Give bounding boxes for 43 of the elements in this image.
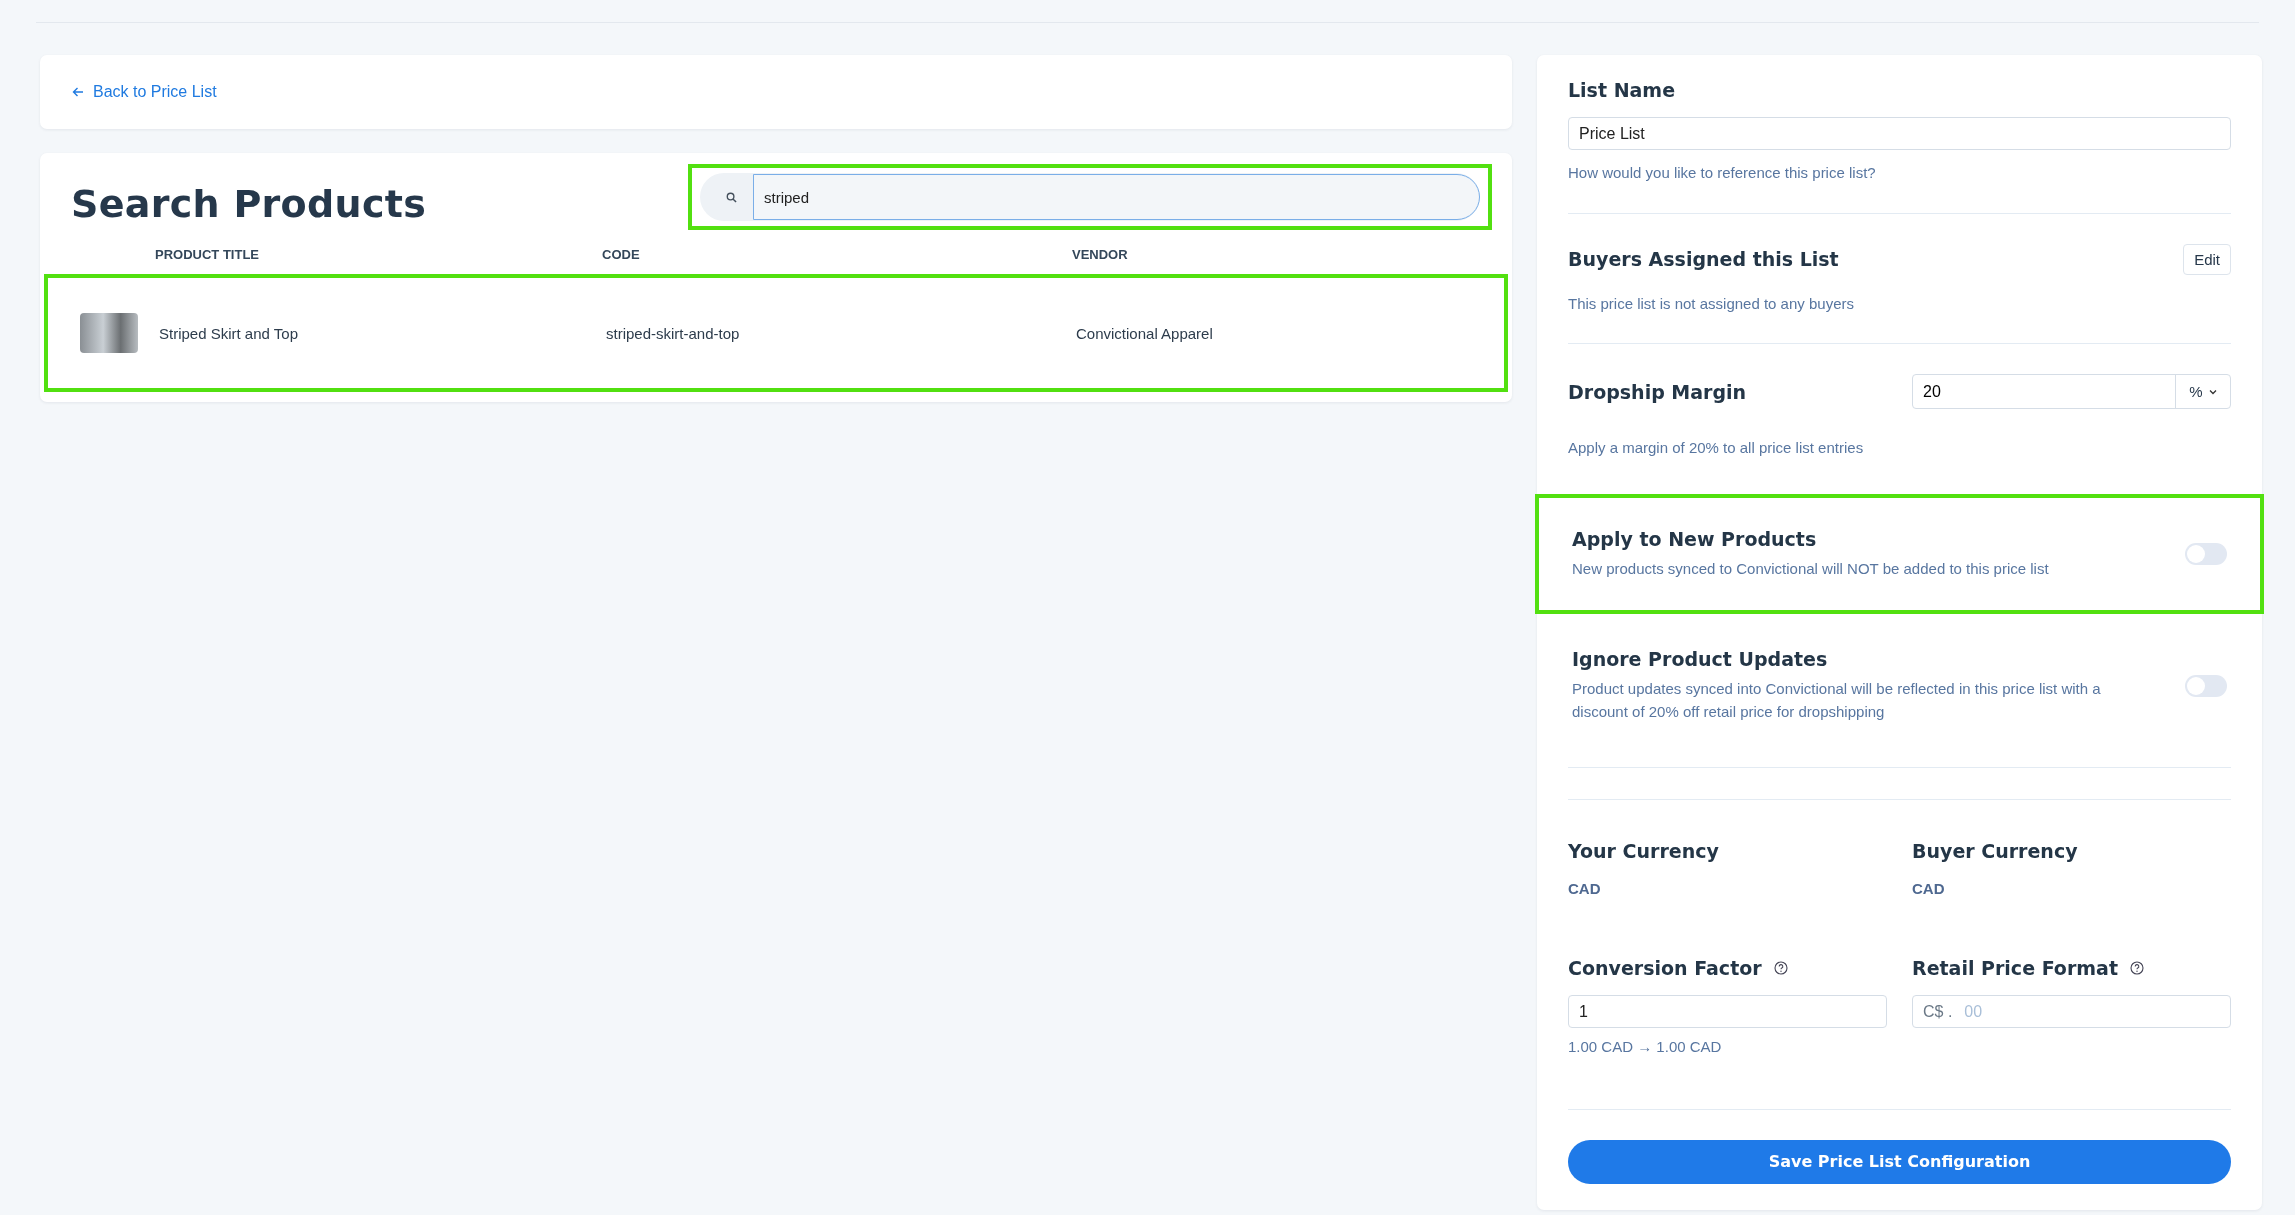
hint-text: How would you like to reference this price list? bbox=[1568, 163, 1877, 183]
edit-button[interactable]: Edit bbox=[2183, 243, 2231, 275]
save-button[interactable]: Save Price List Configuration bbox=[1568, 1139, 2231, 1184]
section-heading: Ignore Product Updates bbox=[1572, 648, 1829, 670]
table-cell-text: striped-skirt-and-top bbox=[606, 324, 741, 342]
section-heading: List Name bbox=[1568, 79, 1677, 101]
hint-text: Product updates synced into Convictional will be reflected in this price list with a discount of 20% off retail price for dropshipping bbox=[1572, 679, 2102, 722]
currency-code: CAD bbox=[1568, 880, 1602, 897]
table-row[interactable]: Striped Skirt and Top striped-skirt-and-top Convictional Apparel bbox=[44, 274, 1508, 392]
section-heading: Buyer Currency bbox=[1912, 840, 2079, 862]
section-heading: Your Currency bbox=[1568, 840, 1720, 862]
search-field[interactable]: striped bbox=[700, 173, 1480, 221]
unit-dropdown[interactable]: % bbox=[2175, 375, 2230, 408]
hint-text: Apply a margin of 20% to all price list entries bbox=[1568, 438, 1865, 458]
arrow-left-icon bbox=[72, 86, 84, 98]
input-field[interactable]: Price List bbox=[1568, 117, 2231, 150]
search-icon bbox=[726, 191, 737, 203]
help-icon[interactable] bbox=[1773, 961, 1788, 975]
section-heading: Buyers Assigned this List bbox=[1568, 248, 1839, 270]
section-heading: Dropship Margin bbox=[1568, 380, 1747, 403]
column-header: VENDOR bbox=[1072, 246, 1129, 262]
input-field[interactable]: 1 bbox=[1568, 995, 1887, 1028]
toggle-switch[interactable] bbox=[2185, 542, 2227, 565]
hint-text: 1.00 CAD → 1.00 CAD bbox=[1568, 1037, 1723, 1057]
hint-text: New products synced to Convictional will NOT be added to this price list bbox=[1572, 558, 2049, 579]
margin-field[interactable]: 20 % bbox=[1912, 374, 2231, 409]
table-cell-text: Striped Skirt and Top bbox=[159, 324, 299, 342]
page-title: Search Products bbox=[71, 182, 427, 226]
currency-code: CAD bbox=[1912, 880, 1946, 897]
hint-text: This price list is not assigned to any buyers bbox=[1568, 293, 1855, 314]
table-cell-text: Convictional Apparel bbox=[1076, 324, 1214, 342]
section-heading: Conversion Factor bbox=[1568, 957, 1762, 979]
toggle-switch[interactable] bbox=[2185, 674, 2227, 697]
price-format-field[interactable]: C$ . 00 bbox=[1912, 995, 2231, 1028]
help-icon[interactable] bbox=[2129, 961, 2144, 975]
column-header: PRODUCT TITLE bbox=[155, 246, 260, 262]
section-heading: Apply to New Products bbox=[1572, 527, 1818, 550]
back-link[interactable]: Back to Price List bbox=[72, 83, 217, 101]
photo-placeholder bbox=[80, 313, 138, 353]
caret-icon bbox=[2208, 388, 2217, 395]
section-heading: Retail Price Format bbox=[1912, 957, 2118, 979]
column-header: CODE bbox=[602, 246, 641, 262]
prefix-text: C$ . bbox=[1923, 1002, 1953, 1021]
